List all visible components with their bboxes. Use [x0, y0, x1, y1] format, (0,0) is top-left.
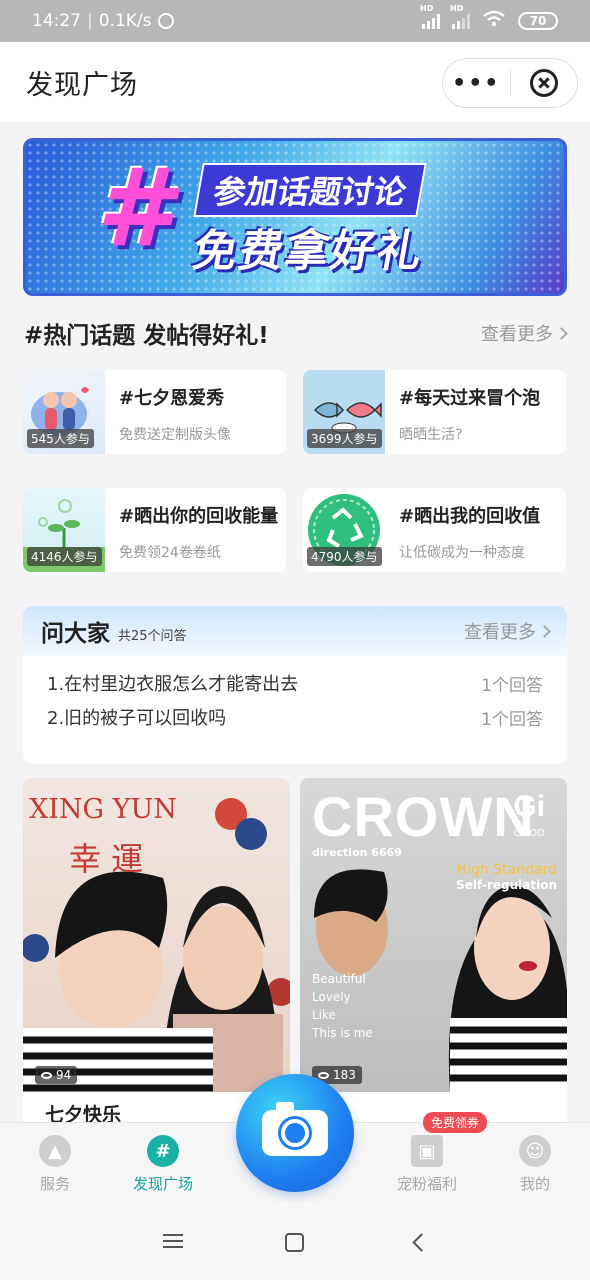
network-speed: 0.1K/s — [98, 11, 152, 31]
gift-icon: ▣ — [411, 1135, 443, 1167]
page-title: 发现广场 — [26, 69, 138, 101]
battery-icon: 70 — [518, 12, 558, 30]
topic-title: #每天过来冒个泡 — [399, 388, 541, 409]
banner-hash: # — [96, 146, 172, 271]
menu-icon[interactable] — [163, 1234, 183, 1248]
qa-answer-count: 1个回答 — [481, 675, 543, 696]
chevron-right-icon — [538, 624, 551, 638]
back-icon[interactable] — [412, 1233, 431, 1252]
status-time: 14:27 — [32, 11, 81, 31]
topic-card[interactable]: 545人参与 #七夕恩爱秀 免费送定制版头像 — [23, 370, 286, 454]
topic-subtitle: 免费领24卷卷纸 — [119, 545, 221, 561]
status-bar: 14:27 | 0.1K/s HD HD 70 — [0, 0, 590, 42]
topic-card[interactable]: 4146人参与 #晒出你的回收能量 免费领24卷卷纸 — [23, 488, 286, 572]
feed-post-image: XING YUN 幸 運 94 — [23, 778, 290, 1092]
chevron-right-icon — [555, 326, 568, 340]
overlay-lines: Beautiful Lovely Like This is me — [312, 972, 373, 1040]
qa-question: 2.旧的被子可以回收吗 — [47, 708, 227, 729]
overlay-good: GOOD — [513, 828, 545, 839]
banner-line1: 参加话题讨论 — [193, 163, 427, 217]
promo-banner[interactable]: # 参加话题讨论 免费拿好礼 — [23, 138, 567, 296]
feed-post-image: CROWN Gi GOOD direction 6669 High Standa… — [300, 778, 567, 1092]
eye-icon — [41, 1071, 52, 1079]
close-icon — [529, 69, 558, 97]
topic-thumbnail: 545人参与 — [23, 370, 105, 454]
topic-thumbnail: 4790人参与 — [303, 488, 385, 572]
topic-title: #七夕恩爱秀 — [119, 388, 225, 409]
topic-thumbnail: 4146人参与 — [23, 488, 105, 572]
topic-subtitle: 让低碳成为一种态度 — [399, 545, 525, 561]
qa-section: 问大家 共25个问答 查看更多 1.在村里边衣服怎么才能寄出去 1个回答 2.旧… — [23, 606, 567, 764]
status-separator: | — [87, 11, 93, 31]
participant-count: 545人参与 — [27, 429, 94, 448]
qa-header: 问大家 共25个问答 查看更多 — [23, 606, 567, 656]
overlay-text-cn: 幸 運 — [69, 840, 144, 878]
qa-see-more[interactable]: 查看更多 — [464, 618, 551, 644]
hot-topics-title: #热门话题 发帖得好礼! — [24, 323, 269, 349]
wifi-icon — [482, 10, 506, 33]
profile-icon: ☺ — [519, 1135, 551, 1167]
home-icon[interactable] — [285, 1233, 304, 1252]
more-menu-button[interactable]: ••• — [443, 71, 510, 96]
tab-discover[interactable]: # 发现广场 — [118, 1135, 208, 1194]
app-header: 发现广场 ••• — [0, 42, 590, 122]
participant-count: 3699人参与 — [307, 429, 382, 448]
topic-subtitle: 晒晒生活? — [399, 427, 463, 443]
topic-title: #晒出你的回收能量 — [119, 506, 279, 527]
overlay-high-standard: High Standard — [456, 862, 557, 878]
system-nav-bar — [0, 1202, 590, 1280]
hot-topics-see-more[interactable]: 查看更多 — [481, 320, 568, 346]
feed-post-card[interactable]: XING YUN 幸 運 94 七夕快乐 — [23, 778, 290, 1138]
topic-thumbnail: 3699人参与 — [303, 370, 385, 454]
free-coupon-badge: 免费领券 — [423, 1112, 488, 1133]
close-button[interactable] — [511, 69, 578, 97]
overlay-self-regulation: Self-regulation — [456, 878, 557, 892]
qa-item[interactable]: 2.旧的被子可以回收吗 1个回答 — [23, 700, 567, 734]
service-icon: ▲ — [39, 1135, 71, 1167]
feed-post-card[interactable]: CROWN Gi GOOD direction 6669 High Standa… — [300, 778, 567, 1138]
camera-post-button[interactable] — [236, 1074, 354, 1192]
overlay-direction: direction 6669 — [312, 846, 402, 859]
alarm-icon — [157, 13, 174, 29]
tab-profile[interactable]: ☺ 我的 — [490, 1135, 580, 1194]
topic-subtitle: 免费送定制版头像 — [119, 427, 231, 443]
participant-count: 4790人参与 — [307, 547, 382, 566]
hot-topics-header: #热门话题 发帖得好礼! 查看更多 — [24, 316, 568, 350]
eye-icon — [318, 1071, 329, 1079]
topic-card[interactable]: 4790人参与 #晒出我的回收值 让低碳成为一种态度 — [303, 488, 566, 572]
banner-line2: 免费拿好礼 — [188, 226, 428, 277]
view-count: 94 — [35, 1066, 78, 1084]
camera-icon — [262, 1102, 328, 1156]
signal-icon: HD — [420, 4, 440, 29]
qa-question: 1.在村里边衣服怎么才能寄出去 — [47, 674, 299, 695]
miniprogram-capsule: ••• — [442, 58, 578, 108]
qa-title: 问大家 — [41, 621, 110, 647]
overlay-gi: Gi — [513, 790, 545, 823]
topic-title: #晒出我的回收值 — [399, 506, 541, 527]
overlay-text-en: XING YUN — [29, 794, 177, 825]
signal-icon-2: HD — [450, 4, 470, 29]
tab-fan-benefits[interactable]: ▣ 宠粉福利 — [382, 1135, 472, 1194]
discover-icon: # — [147, 1135, 179, 1167]
overlay-crown: CROWN — [312, 785, 535, 848]
qa-item[interactable]: 1.在村里边衣服怎么才能寄出去 1个回答 — [23, 666, 567, 700]
topic-card[interactable]: 3699人参与 #每天过来冒个泡 晒晒生活? — [303, 370, 566, 454]
participant-count: 4146人参与 — [27, 547, 102, 566]
qa-count: 共25个问答 — [118, 628, 187, 644]
qa-answer-count: 1个回答 — [481, 709, 543, 730]
tab-service[interactable]: ▲ 服务 — [10, 1135, 100, 1194]
